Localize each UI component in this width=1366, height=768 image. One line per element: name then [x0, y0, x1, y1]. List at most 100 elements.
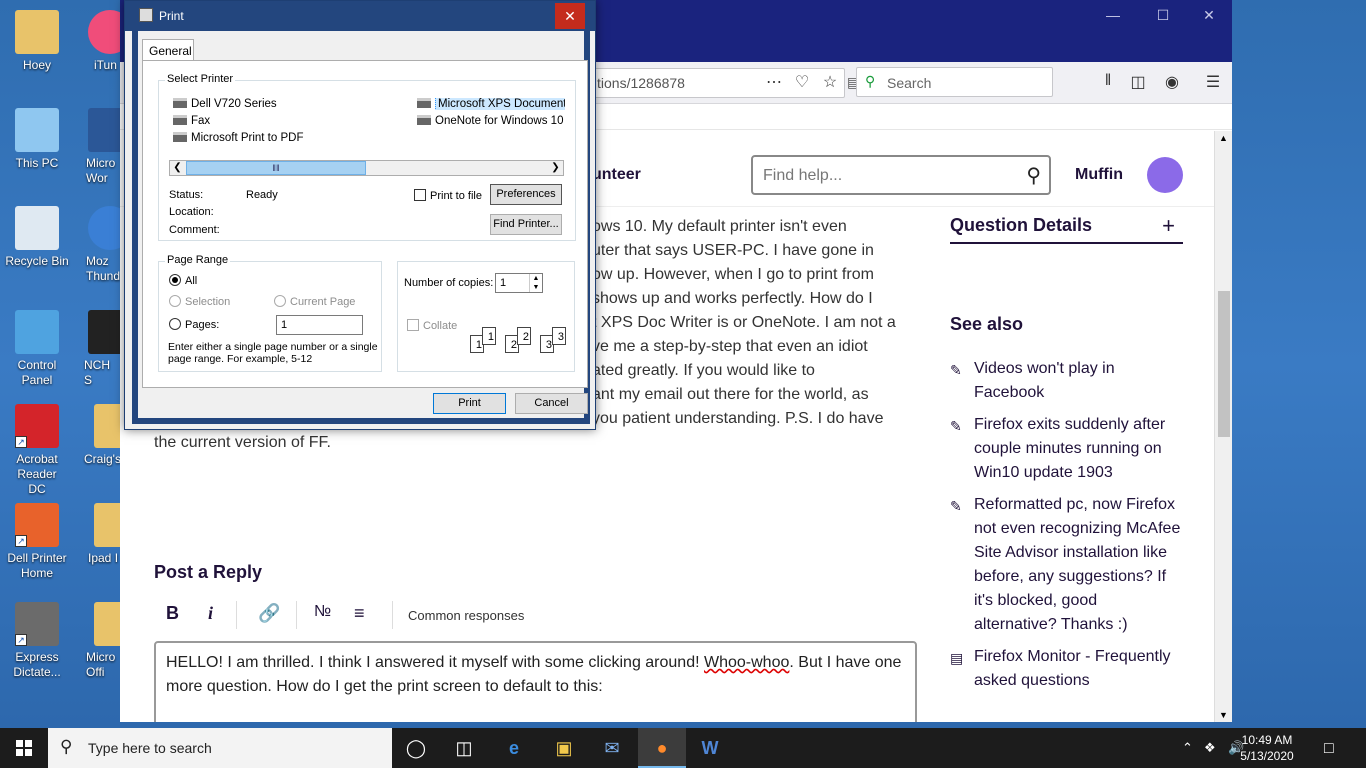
scroll-right-icon[interactable]: ❯ — [548, 161, 563, 175]
desktop-icon-nch[interactable]: NCH S — [80, 310, 120, 388]
preferences-button[interactable]: Preferences — [490, 184, 562, 205]
edge-icon[interactable]: e — [490, 728, 538, 768]
avatar[interactable] — [1147, 157, 1183, 193]
question-details-toggle[interactable]: Question Details + — [950, 213, 1183, 244]
volunteer-link[interactable]: unteer — [592, 166, 641, 184]
find-printer-button[interactable]: Find Printer... — [490, 214, 562, 235]
tray-chevron-icon[interactable]: ⌃ — [1182, 740, 1193, 756]
close-window-button[interactable]: ✕ — [1186, 4, 1232, 26]
printer-icon — [417, 115, 431, 125]
printer-onenote[interactable]: OneNote for Windows 10 — [417, 115, 565, 127]
printer-dell[interactable]: Dell V720 Series — [173, 98, 277, 110]
collate-checkbox[interactable]: Collate — [407, 319, 457, 332]
italic-icon[interactable]: i — [208, 603, 213, 624]
collate-page-icon: 3 — [552, 327, 566, 345]
desktop-icon-thunderbird[interactable]: Moz Thunde — [80, 206, 120, 284]
scrollbar-thumb[interactable]: ‖‖ — [186, 161, 366, 175]
scroll-left-icon[interactable]: ❮ — [170, 161, 185, 175]
firefox-icon[interactable]: ● — [638, 728, 686, 768]
username[interactable]: Muffin — [1075, 166, 1123, 184]
sidebar-icon[interactable]: ◫ — [1126, 72, 1150, 92]
desktop-icon-ipad[interactable]: Ipad I — [80, 503, 120, 566]
desktop-icon-acrobat[interactable]: ↗ Acrobat Reader DC — [0, 404, 74, 497]
radio-button — [169, 295, 181, 307]
range-selection-radio[interactable]: Selection — [169, 295, 230, 308]
see-also-link[interactable]: ▤ Firefox Monitor - Frequently asked que… — [950, 645, 1183, 693]
link-icon[interactable]: 🔗 — [258, 603, 280, 624]
notifications-icon[interactable]: □ — [1324, 740, 1334, 758]
edit-icon: ✎ — [950, 498, 962, 514]
desktop-icon-office[interactable]: Micro Offi — [80, 602, 120, 680]
tab-general[interactable]: General — [142, 39, 194, 61]
scrollbar-thumb[interactable] — [1218, 291, 1230, 437]
search-icon[interactable]: ⚲ — [1026, 163, 1041, 188]
copies-spinner[interactable]: ▲ ▼ — [529, 274, 542, 292]
dropbox-icon[interactable]: ❖ — [1204, 740, 1216, 756]
printer-name: Microsoft Print to PDF — [191, 132, 304, 144]
folder-icon — [15, 10, 59, 54]
printer-fax[interactable]: Fax — [173, 115, 210, 127]
page-actions-icon[interactable]: ⋯ — [762, 72, 786, 92]
pocket-icon[interactable]: ♡ — [790, 72, 814, 92]
close-icon[interactable]: ✕ — [555, 3, 585, 29]
printer-pdf[interactable]: Microsoft Print to PDF — [173, 132, 303, 144]
cancel-button[interactable]: Cancel — [515, 393, 588, 414]
library-icon[interactable]: ‖ — [1096, 72, 1120, 90]
collate-page-icon: 1 — [482, 327, 496, 345]
scroll-down-icon[interactable]: ▼ — [1219, 710, 1228, 720]
taskbar-search-input[interactable]: ⚲ Type here to search — [48, 728, 392, 768]
print-to-file-checkbox[interactable]: Print to file — [414, 189, 482, 202]
common-responses-button[interactable]: Common responses — [408, 608, 524, 623]
print-button[interactable]: Print — [433, 393, 506, 414]
plus-icon[interactable]: + — [1162, 213, 1175, 239]
search-input[interactable]: ⚲ Search — [856, 67, 1053, 97]
nch-icon — [88, 310, 120, 354]
menu-icon[interactable]: ☰ — [1201, 72, 1225, 92]
desktop-icon-recycle-bin[interactable]: Recycle Bin — [0, 206, 74, 269]
scroll-up-icon[interactable]: ▲ — [1219, 133, 1228, 143]
system-clock[interactable]: 10:49 AM 5/13/2020 — [1230, 732, 1304, 764]
range-pages-radio[interactable]: Pages: — [169, 318, 219, 331]
toolbar-separator — [236, 601, 237, 629]
find-help-input[interactable]: Find help... ⚲ — [751, 155, 1051, 195]
desktop-icon-label: This PC — [15, 156, 59, 170]
desktop-icon-hoey[interactable]: Hoey — [0, 10, 74, 73]
desktop-icon-craigs[interactable]: Craig's — [80, 404, 120, 467]
see-also-link[interactable]: ✎ Videos won't play in Facebook — [950, 357, 1183, 405]
task-view-icon[interactable]: ◫ — [440, 728, 488, 768]
account-icon[interactable]: ◉ — [1160, 72, 1184, 92]
see-also-text: Firefox exits suddenly after couple minu… — [974, 416, 1166, 481]
desktop-icon-word[interactable]: Micro Wor — [80, 108, 120, 186]
maximize-button[interactable]: ☐ — [1140, 4, 1186, 26]
pages-input[interactable]: 1 — [276, 315, 363, 335]
dialog-titlebar: Print ✕ — [125, 1, 595, 31]
misspelled-word: Whoo-whoo — [704, 654, 790, 671]
range-all-radio[interactable]: All — [169, 274, 197, 287]
see-also-link[interactable]: ✎ Reformatted pc, now Firefox not even r… — [950, 493, 1183, 637]
bookmark-star-icon[interactable]: ☆ — [818, 72, 842, 92]
file-explorer-icon[interactable]: ▣ — [540, 728, 588, 768]
range-current-page-radio[interactable]: Current Page — [274, 295, 355, 308]
start-button[interactable] — [0, 728, 48, 768]
desktop-icon-itunes[interactable]: iTun — [80, 10, 120, 73]
word-icon[interactable]: W — [686, 728, 734, 768]
reply-textarea[interactable]: HELLO! I am thrilled. I think I answered… — [154, 641, 917, 722]
desktop-icon-dell-printer[interactable]: ↗ Dell Printer Home — [0, 503, 74, 581]
minimize-button[interactable]: — — [1090, 4, 1136, 26]
question-details-heading: Question Details — [950, 215, 1093, 235]
desktop-icon-control-panel[interactable]: Control Panel — [0, 310, 74, 388]
desktop-icon-express-dictate[interactable]: ↗ Express Dictate... — [0, 602, 74, 680]
printer-xps[interactable]: Microsoft XPS Document Writer — [417, 98, 565, 110]
numbered-list-icon[interactable]: № — [314, 603, 331, 621]
cortana-icon[interactable]: ◯ — [392, 728, 440, 768]
bold-icon[interactable]: B — [166, 603, 179, 624]
bullet-list-icon[interactable]: ≡ — [354, 603, 365, 624]
see-also-link[interactable]: ✎ Firefox exits suddenly after couple mi… — [950, 413, 1183, 485]
collate-label: Collate — [423, 320, 458, 332]
desktop-icon-this-pc[interactable]: This PC — [0, 108, 74, 171]
printer-list-scrollbar[interactable]: ❮ ‖‖ ❯ — [169, 160, 564, 176]
thunderbird-icon[interactable]: ✉ — [588, 728, 636, 768]
post-reply-heading: Post a Reply — [154, 562, 263, 582]
printer-name: Dell V720 Series — [191, 98, 277, 110]
vertical-scrollbar[interactable]: ▲ ▼ — [1214, 131, 1232, 722]
